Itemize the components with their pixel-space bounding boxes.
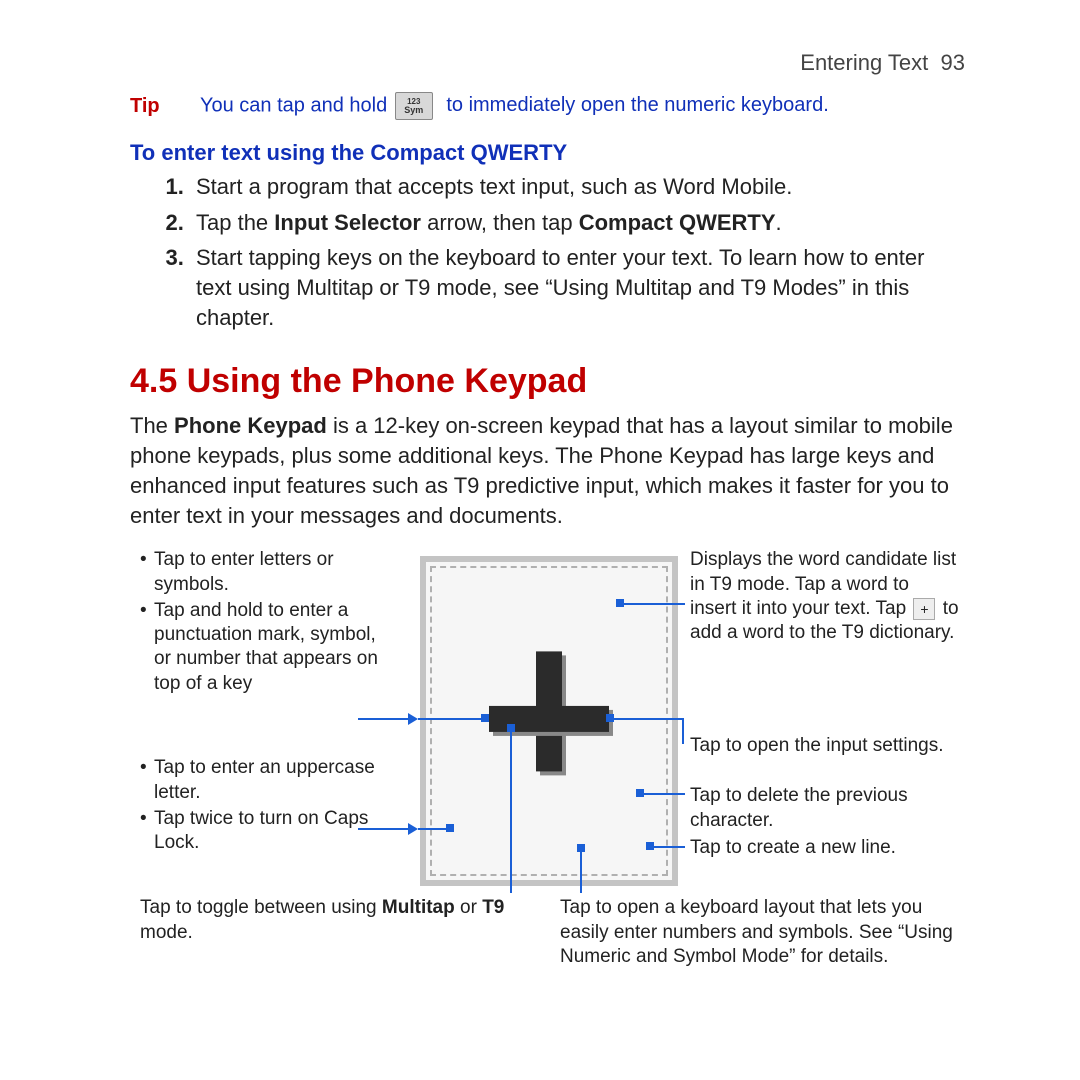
- leader-right-2b: [682, 718, 684, 744]
- arrow-left-1: [408, 713, 418, 725]
- tip-after: to immediately open the numeric keyboard…: [446, 94, 828, 116]
- tip-text: You can tap and hold 123 Sym to immediat…: [200, 92, 829, 120]
- point-bottom-right: [577, 844, 585, 852]
- section-body: The Phone Keypad is a 12-key on-screen k…: [130, 411, 965, 530]
- body-b: Phone Keypad: [174, 413, 327, 438]
- qwerty-heading: To enter text using the Compact QWERTY: [130, 140, 965, 166]
- leader-right-3: [640, 793, 685, 795]
- callout-bottom-right: Tap to open a keyboard layout that lets …: [560, 896, 960, 969]
- step-2-d: Compact QWERTY: [579, 210, 776, 235]
- step-2-c: arrow, then tap: [421, 210, 579, 235]
- leader-left-1: [358, 718, 410, 720]
- leader-left-1b: [418, 718, 485, 720]
- manual-page: Entering Text 93 Tip You can tap and hol…: [0, 0, 1080, 1080]
- callout-right-4: Tap to create a new line.: [690, 836, 960, 860]
- leader-right-2a: [610, 718, 682, 720]
- bl-e: mode.: [140, 922, 193, 943]
- callout-left-1a: Tap to enter letters or symbols.: [140, 548, 390, 597]
- bl-d: T9: [482, 897, 504, 918]
- callout-bottom-left: Tap to toggle between using Multitap or …: [140, 896, 540, 945]
- step-1: Start a program that accepts text input,…: [190, 172, 965, 202]
- step-3-text: Start tapping keys on the keyboard to en…: [196, 245, 924, 329]
- tip-row: Tip You can tap and hold 123 Sym to imme…: [130, 92, 965, 120]
- leader-left-2: [358, 828, 410, 830]
- header-page-number: 93: [941, 50, 965, 75]
- bl-a: Tap to toggle between using: [140, 897, 382, 918]
- leader-right-1: [620, 603, 685, 605]
- arrow-left-2: [408, 823, 418, 835]
- step-2: Tap the Input Selector arrow, then tap C…: [190, 208, 965, 238]
- leader-left-2b: [418, 828, 450, 830]
- header-section: Entering Text: [800, 50, 928, 75]
- callout-left-2b: Tap twice to turn on Caps Lock.: [140, 807, 390, 856]
- qwerty-steps: Start a program that accepts text input,…: [130, 172, 965, 332]
- leader-bottom-right-v: [580, 848, 582, 893]
- callout-left-1: Tap to enter letters or symbols. Tap and…: [140, 548, 390, 698]
- step-3: Start tapping keys on the keyboard to en…: [190, 243, 965, 332]
- step-1-text: Start a program that accepts text input,…: [196, 174, 792, 199]
- sym-key-icon: 123 Sym: [395, 92, 433, 120]
- plus-key-icon: +: [913, 598, 935, 620]
- point-bottom-left: [507, 724, 515, 732]
- sym-key-bot: Sym: [404, 106, 423, 115]
- bl-c: or: [455, 897, 482, 918]
- callout-right-1: Displays the word candidate list in T9 m…: [690, 548, 960, 645]
- callout-left-1b: Tap and hold to enter a punctuation mark…: [140, 599, 390, 696]
- leader-right-4: [650, 846, 685, 848]
- section-title: 4.5 Using the Phone Keypad: [130, 362, 965, 401]
- tip-label: Tip: [130, 95, 200, 118]
- body-a: The: [130, 413, 174, 438]
- page-header: Entering Text 93: [130, 50, 965, 76]
- step-2-b: Input Selector: [274, 210, 421, 235]
- leader-bottom-left-v: [510, 728, 512, 893]
- tip-before: You can tap and hold: [200, 94, 387, 116]
- callout-left-2: Tap to enter an uppercase letter. Tap tw…: [140, 756, 390, 857]
- keypad-diagram: Tap to enter letters or symbols. Tap and…: [140, 548, 960, 1018]
- callout-right-3: Tap to delete the previous character.: [690, 784, 960, 833]
- step-2-a: Tap the: [196, 210, 274, 235]
- keypad-image-placeholder: [420, 556, 678, 886]
- callout-left-2a: Tap to enter an uppercase letter.: [140, 756, 390, 805]
- bl-b: Multitap: [382, 897, 455, 918]
- callout-right-2: Tap to open the input settings.: [690, 734, 960, 758]
- step-2-e: .: [776, 210, 782, 235]
